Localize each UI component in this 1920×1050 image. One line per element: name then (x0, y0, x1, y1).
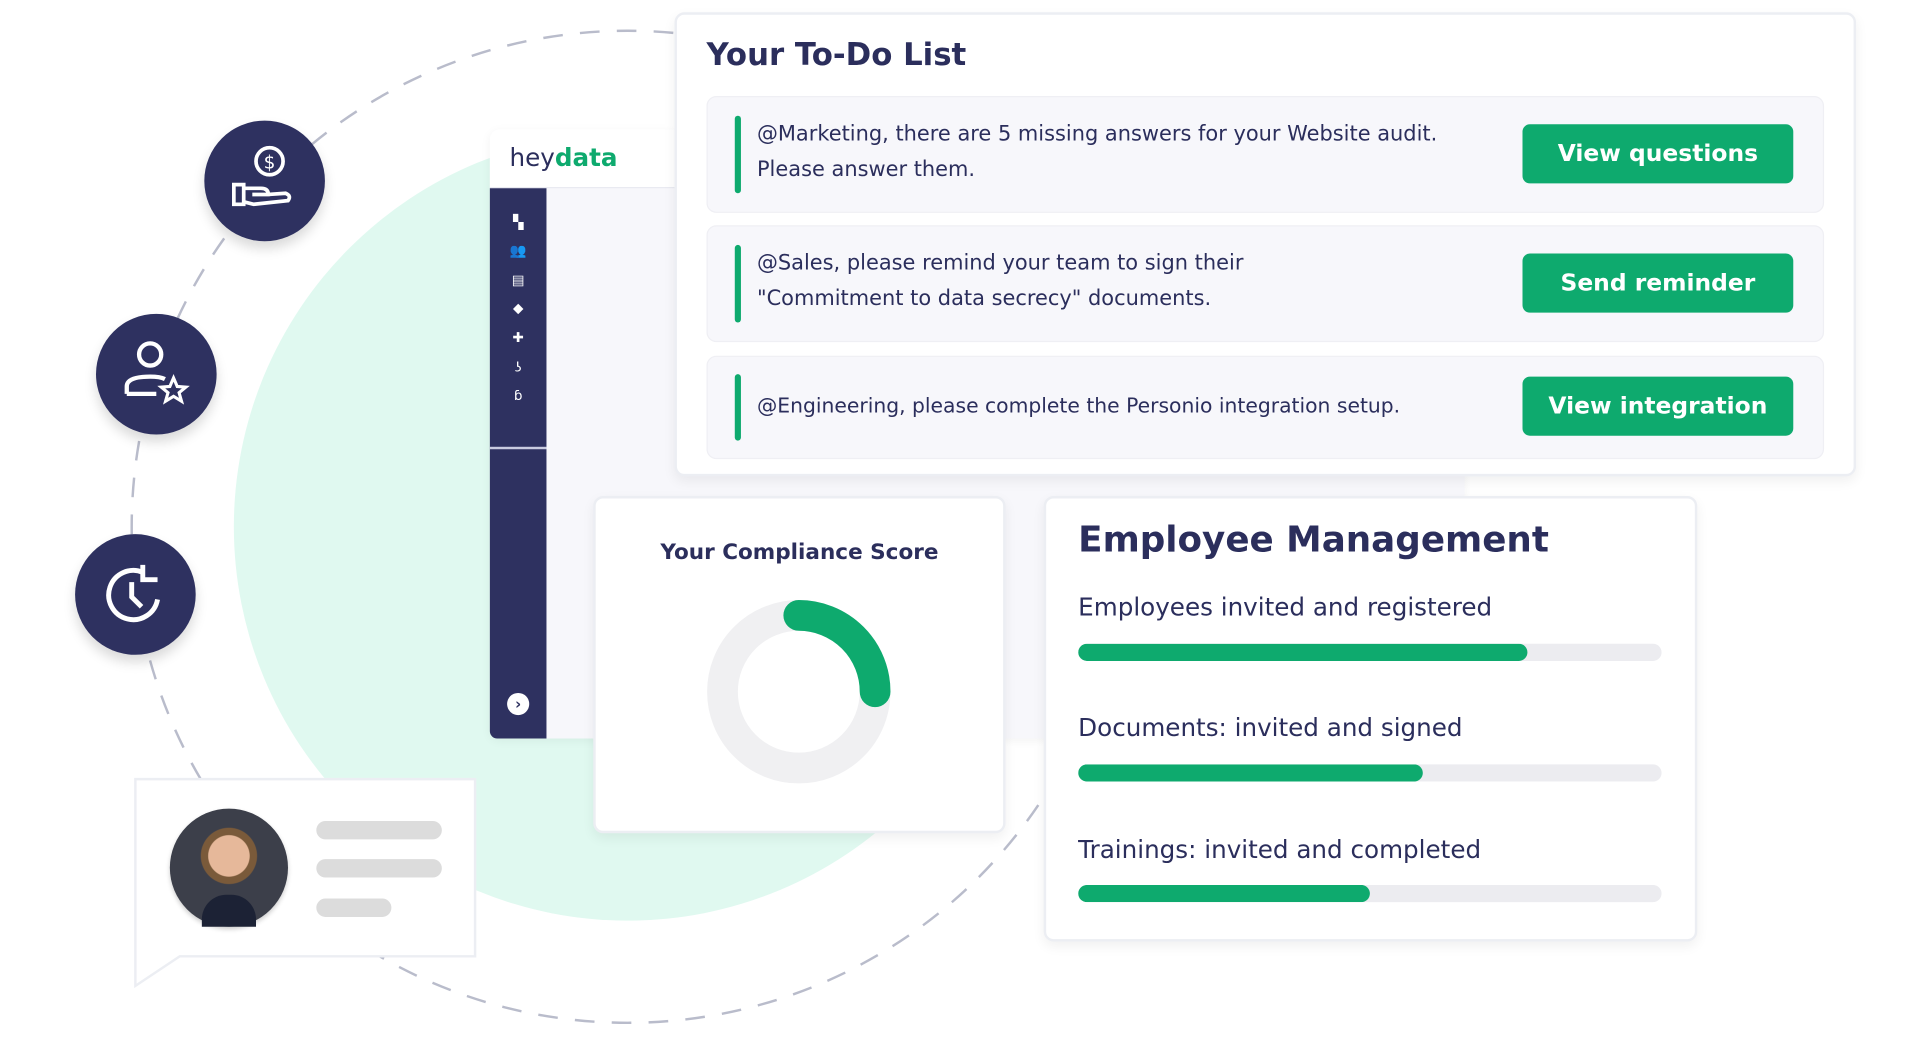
todo-item: @Engineering, please complete the Person… (706, 355, 1825, 460)
progress-fill (1078, 884, 1370, 903)
progress-bar (1078, 643, 1662, 661)
progress-fill (1078, 764, 1423, 782)
send-reminder-button[interactable]: Send reminder (1522, 253, 1794, 313)
employee-management-card: Employee Management Employees invited an… (1043, 496, 1698, 942)
clipboard-icon[interactable]: ▤ (510, 273, 527, 288)
progress-bar (1078, 764, 1662, 782)
chevron-right-icon[interactable]: › (507, 692, 530, 716)
todo-title: Your To-Do List (706, 36, 967, 73)
text-placeholder (316, 820, 442, 840)
svg-text:$: $ (264, 153, 276, 174)
text-placeholder (316, 898, 392, 917)
metric-label: Employees invited and registered (1078, 592, 1493, 622)
todo-text: @Sales, please remind your team to sign … (756, 251, 1244, 312)
user-star-icon (96, 313, 217, 435)
app-header: heydata (489, 129, 675, 189)
progress-bar (1078, 884, 1662, 903)
compliance-donut (707, 600, 891, 784)
view-questions-button[interactable]: View questions (1522, 124, 1794, 184)
progress-fill (1078, 643, 1528, 661)
dashboard-icon[interactable]: ▚ (510, 215, 527, 230)
avatar (169, 808, 289, 927)
metric-label: Documents: invited and signed (1078, 712, 1463, 743)
metric-label: Trainings: invited and completed (1078, 834, 1482, 865)
view-integration-button[interactable]: View integration (1522, 376, 1794, 436)
todo-text: @Engineering, please complete the Person… (756, 393, 1401, 418)
compliance-title: Your Compliance Score (660, 540, 939, 565)
whistle-icon[interactable]: ɓ (510, 388, 527, 404)
text-placeholder (316, 859, 442, 878)
graduation-cap-icon[interactable]: ◆ (510, 301, 527, 317)
todo-item: @Sales, please remind your team to sign … (706, 225, 1825, 343)
todo-text: @Marketing, there are 5 missing answers … (756, 121, 1438, 183)
users-icon[interactable]: 👥 (510, 243, 527, 259)
money-hand-icon: $ (204, 120, 325, 242)
compliance-card: Your Compliance Score (593, 496, 1006, 834)
clock-refresh-icon (75, 534, 196, 655)
sidebar: › (489, 188, 547, 739)
todo-item: @Marketing, there are 5 missing answers … (706, 96, 1825, 213)
todo-card: Your To-Do List @Marketing, there are 5 … (674, 12, 1857, 477)
hook-icon[interactable]: ʖ (510, 360, 527, 376)
employee-title: Employee Management (1078, 518, 1549, 561)
sidebar-divider (489, 446, 547, 450)
puzzle-icon[interactable]: ✚ (510, 330, 527, 346)
logo: heydata (509, 142, 618, 173)
